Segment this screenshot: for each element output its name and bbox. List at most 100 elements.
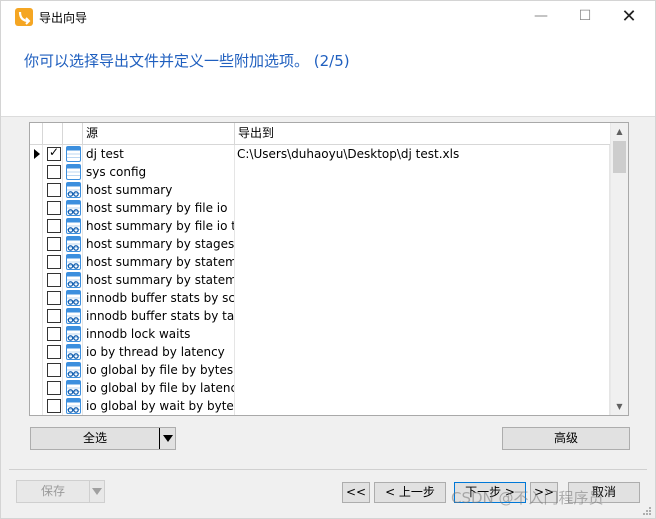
source-cell[interactable]: io global by file by bytes (83, 361, 235, 379)
title-bar: 导出向导 — ☐ ✕ (1, 1, 655, 32)
vertical-scrollbar[interactable]: ▲ ▼ (610, 123, 628, 415)
destination-cell[interactable]: C:\Users\duhaoyu\Desktop\dj test.xls (235, 145, 610, 163)
destination-cell[interactable] (235, 271, 610, 289)
table-row[interactable]: host summary (30, 181, 610, 199)
save-dropdown[interactable] (89, 481, 105, 502)
destination-cell[interactable] (235, 199, 610, 217)
row-checkbox[interactable] (47, 183, 61, 197)
row-checkbox[interactable] (47, 255, 61, 269)
row-indicator-cell (30, 379, 43, 397)
select-all-label[interactable]: 全选 (31, 428, 159, 449)
row-checkbox-cell (43, 343, 63, 361)
column-header-source[interactable]: 源 (83, 123, 235, 144)
source-cell[interactable]: io global by wait by byte (83, 397, 235, 415)
source-cell[interactable]: innodb buffer stats by ta (83, 307, 235, 325)
row-icon-cell (63, 271, 83, 289)
table-row[interactable]: innodb buffer stats by ta (30, 307, 610, 325)
view-icon (66, 236, 81, 252)
destination-cell[interactable] (235, 307, 610, 325)
row-checkbox[interactable] (47, 219, 61, 233)
row-checkbox[interactable] (47, 165, 61, 179)
current-row-arrow-icon (34, 149, 40, 159)
destination-cell[interactable] (235, 289, 610, 307)
destination-cell[interactable] (235, 181, 610, 199)
row-checkbox[interactable] (47, 273, 61, 287)
row-checkbox[interactable] (47, 309, 61, 323)
row-checkbox-cell (43, 289, 63, 307)
minimize-button[interactable]: — (519, 1, 563, 32)
table-row[interactable]: host summary by stages (30, 235, 610, 253)
first-step-button[interactable]: << (342, 482, 370, 503)
source-cell[interactable]: host summary by file io t (83, 217, 235, 235)
table-row[interactable]: ✓ dj test C:\Users\duhaoyu\Desktop\dj test… (30, 145, 610, 163)
table-row[interactable]: host summary by stateme (30, 271, 610, 289)
scroll-thumb[interactable] (613, 141, 626, 173)
source-cell[interactable]: innodb buffer stats by sc (83, 289, 235, 307)
destination-cell[interactable] (235, 343, 610, 361)
table-row[interactable]: io by thread by latency (30, 343, 610, 361)
scroll-up-arrow-icon[interactable]: ▲ (611, 123, 628, 140)
advanced-button[interactable]: 高级 (502, 427, 630, 450)
source-cell[interactable]: io global by file by latenc (83, 379, 235, 397)
source-cell[interactable]: host summary by file io (83, 199, 235, 217)
table-row[interactable]: io global by wait by byte (30, 397, 610, 415)
table-row[interactable]: sys config (30, 163, 610, 181)
row-indicator-cell (30, 271, 43, 289)
destination-cell[interactable] (235, 361, 610, 379)
source-cell[interactable]: host summary by stateme (83, 271, 235, 289)
save-label[interactable]: 保存 (17, 481, 89, 502)
row-checkbox[interactable] (47, 363, 61, 377)
previous-step-button[interactable]: < 上一步 (374, 482, 446, 503)
destination-cell[interactable] (235, 253, 610, 271)
table-row[interactable]: host summary by file io t (30, 217, 610, 235)
row-indicator-cell (30, 289, 43, 307)
row-checkbox[interactable] (47, 201, 61, 215)
row-icon-cell (63, 343, 83, 361)
destination-cell[interactable] (235, 235, 610, 253)
row-indicator-cell (30, 145, 43, 163)
table-row[interactable]: io global by file by bytes (30, 361, 610, 379)
header-icon-cell (63, 123, 83, 144)
source-cell[interactable]: dj test (83, 145, 235, 163)
table-row[interactable]: io global by file by latenc (30, 379, 610, 397)
source-cell[interactable]: innodb lock waits (83, 325, 235, 343)
row-checkbox[interactable] (47, 345, 61, 359)
destination-cell[interactable] (235, 397, 610, 415)
destination-cell[interactable] (235, 217, 610, 235)
destination-cell[interactable] (235, 325, 610, 343)
export-source-grid[interactable]: 源 导出到 ✓ dj test C:\Users\duhaoyu\Desktop\d… (29, 122, 629, 416)
source-cell[interactable]: host summary (83, 181, 235, 199)
table-row[interactable]: innodb buffer stats by sc (30, 289, 610, 307)
chevron-down-icon (163, 435, 173, 442)
table-row[interactable]: host summary by stateme (30, 253, 610, 271)
column-header-destination[interactable]: 导出到 (235, 123, 610, 144)
select-all-split-button[interactable]: 全选 (30, 427, 176, 450)
row-checkbox-cell (43, 235, 63, 253)
row-checkbox[interactable] (47, 327, 61, 341)
close-button[interactable]: ✕ (607, 1, 651, 32)
destination-cell[interactable] (235, 163, 610, 181)
select-all-dropdown[interactable] (159, 428, 176, 449)
row-checkbox[interactable] (47, 399, 61, 413)
row-indicator-cell (30, 217, 43, 235)
view-icon (66, 200, 81, 216)
source-cell[interactable]: sys config (83, 163, 235, 181)
row-checkbox-cell (43, 271, 63, 289)
source-cell[interactable]: io by thread by latency (83, 343, 235, 361)
row-checkbox[interactable] (47, 381, 61, 395)
row-checkbox[interactable] (47, 237, 61, 251)
maximize-button[interactable]: ☐ (563, 1, 607, 32)
save-split-button[interactable]: 保存 (16, 480, 105, 503)
grid-header: 源 导出到 (30, 123, 610, 145)
row-icon-cell (63, 379, 83, 397)
destination-cell[interactable] (235, 379, 610, 397)
table-row[interactable]: innodb lock waits (30, 325, 610, 343)
source-cell[interactable]: host summary by stateme (83, 253, 235, 271)
resize-grip-icon[interactable] (642, 506, 652, 516)
source-cell[interactable]: host summary by stages (83, 235, 235, 253)
row-checkbox[interactable]: ✓ (47, 145, 61, 161)
scroll-down-arrow-icon[interactable]: ▼ (611, 398, 628, 415)
row-checkbox[interactable] (47, 291, 61, 305)
row-checkbox-cell (43, 379, 63, 397)
table-row[interactable]: host summary by file io (30, 199, 610, 217)
